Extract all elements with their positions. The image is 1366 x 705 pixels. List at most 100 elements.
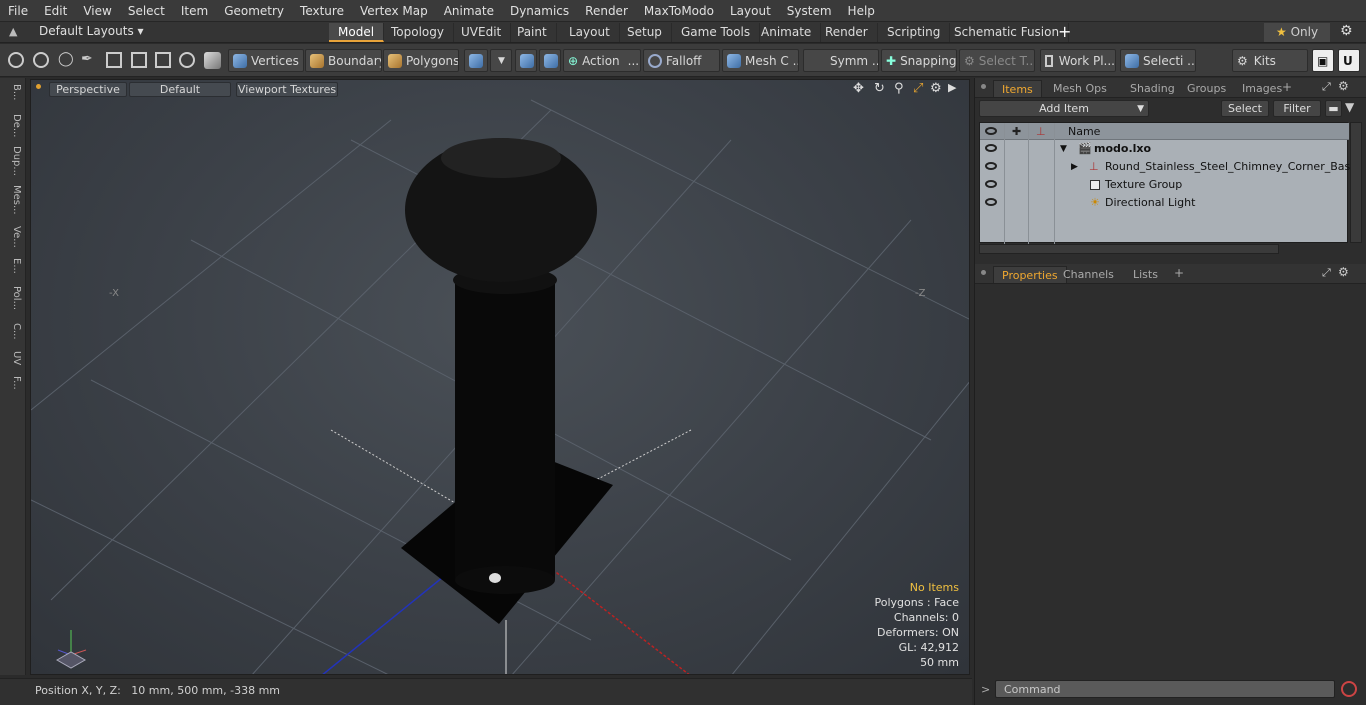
list-item-light[interactable]: ☀ Directional Light	[980, 194, 1349, 212]
left-tab-curve[interactable]: C...	[4, 323, 22, 340]
3d-viewport[interactable]: -X -Z Perspective Default Viewport Textu…	[30, 79, 970, 675]
left-tab-basic[interactable]: B...	[4, 84, 22, 100]
select-button[interactable]: Select	[1221, 100, 1269, 117]
unreal-button[interactable]: U	[1338, 49, 1360, 72]
tab-layout[interactable]: Layout	[560, 23, 620, 42]
tab-setup[interactable]: Setup	[618, 23, 672, 42]
list-item-mesh[interactable]: ▶ ⊥ Round_Stainless_Steel_Chimney_Corner…	[980, 158, 1357, 176]
viewport-textures-dropdown[interactable]: Viewport Textures	[236, 82, 338, 97]
menu-render[interactable]: Render	[577, 0, 636, 22]
vertices-button[interactable]: Vertices	[228, 49, 304, 72]
viewport-settings-icon[interactable]: ⚙	[930, 81, 942, 96]
panel-dot-icon[interactable]	[981, 270, 986, 275]
tab-paint[interactable]: Paint	[508, 23, 557, 42]
menu-layout[interactable]: Layout	[722, 0, 779, 22]
visibility-eye-icon[interactable]	[985, 162, 997, 170]
menu-animate[interactable]: Animate	[436, 0, 502, 22]
unity-button[interactable]: ▣	[1312, 49, 1334, 72]
visibility-eye-icon[interactable]	[985, 180, 997, 188]
shaded-cube-icon[interactable]	[204, 52, 221, 69]
tab-topology[interactable]: Topology	[382, 23, 454, 42]
layout-collapse-icon[interactable]: ▲	[9, 25, 17, 38]
kits-button[interactable]: ⚙ Kits	[1232, 49, 1308, 72]
left-tab-fusion[interactable]: F...	[4, 376, 22, 390]
tab-lists[interactable]: Lists	[1125, 266, 1166, 283]
tab-render[interactable]: Render	[816, 23, 878, 42]
mesh-constraint-button[interactable]: Mesh C ...	[722, 49, 799, 72]
symmetry-button[interactable]: Symm ...	[803, 49, 879, 72]
mode-dropdown[interactable]: ▼	[490, 49, 512, 72]
zoom-icon[interactable]: ⚲	[894, 81, 904, 96]
menu-maxtomodo[interactable]: MaxToModo	[636, 0, 722, 22]
left-tab-uv[interactable]: UV	[4, 351, 22, 365]
name-column-header[interactable]: Name	[1068, 123, 1100, 140]
tab-mesh-ops[interactable]: Mesh Ops	[1045, 80, 1115, 97]
tab-animate[interactable]: Animate	[752, 23, 822, 42]
left-tab-vertex[interactable]: Ve...	[4, 226, 22, 248]
select-circle-icon[interactable]	[8, 52, 24, 68]
center-icon[interactable]	[131, 52, 147, 68]
left-tab-edge[interactable]: E...	[4, 258, 22, 274]
menu-system[interactable]: System	[779, 0, 840, 22]
vertical-scrollbar[interactable]	[1350, 122, 1362, 243]
props-expand-icon[interactable]: ⤢	[1322, 266, 1331, 280]
expand-closed-icon[interactable]: ▶	[1071, 158, 1078, 176]
collapse-list-icon[interactable]: ▬	[1325, 100, 1342, 117]
tab-game-tools[interactable]: Game Tools	[672, 23, 761, 42]
selection-sets-button[interactable]: Selecti ...	[1120, 49, 1196, 72]
perspective-dropdown[interactable]: Perspective	[49, 82, 127, 97]
menu-item[interactable]: Item	[173, 0, 216, 22]
expand-icon[interactable]: ⤢	[1322, 80, 1331, 94]
brush-icon[interactable]: ✒	[81, 51, 93, 67]
filter-button[interactable]: Filter	[1273, 100, 1321, 117]
action-button[interactable]: ⊕ Action...	[563, 49, 641, 72]
panel-gear-icon[interactable]: ⚙	[1338, 79, 1349, 93]
record-icon[interactable]	[1341, 681, 1357, 697]
tab-groups[interactable]: Groups	[1179, 80, 1234, 97]
pie-icon[interactable]	[179, 52, 195, 68]
menu-file[interactable]: File	[0, 0, 36, 22]
menu-geometry[interactable]: Geometry	[216, 0, 292, 22]
left-tab-mesh-edit[interactable]: Mes...	[4, 185, 22, 215]
menu-texture[interactable]: Texture	[292, 0, 352, 22]
left-tab-polygon[interactable]: Pol...	[4, 286, 22, 310]
menu-vertex-map[interactable]: Vertex Map	[352, 0, 436, 22]
snap-grid-icon[interactable]	[155, 52, 171, 68]
rotate-icon[interactable]: ↻	[874, 81, 885, 96]
only-toggle[interactable]: ★ Only	[1264, 23, 1330, 42]
menu-view[interactable]: View	[75, 0, 119, 22]
tab-shading[interactable]: Shading	[1122, 80, 1183, 97]
tab-uvedit[interactable]: UVEdit	[452, 23, 512, 42]
tab-model[interactable]: Model	[329, 23, 385, 42]
shading-dropdown[interactable]: Default	[129, 82, 231, 97]
symmetry-y-button[interactable]	[539, 49, 561, 72]
left-tab-duplicate[interactable]: Dup...	[4, 146, 22, 176]
align-icon[interactable]	[106, 52, 122, 68]
layout-selector[interactable]: Default Layouts ▾	[39, 24, 144, 38]
command-input[interactable]: Command	[995, 680, 1335, 698]
globe-icon[interactable]	[33, 52, 49, 68]
props-gear-icon[interactable]: ⚙	[1338, 265, 1349, 279]
maximize-icon[interactable]: ⤢	[913, 81, 923, 96]
panel-dot-icon[interactable]	[981, 84, 986, 89]
pen-icon[interactable]: ◯	[58, 51, 74, 67]
list-item-scene[interactable]: ▼ 🎬 modo.lxo	[980, 140, 1349, 158]
tab-channels[interactable]: Channels	[1055, 266, 1122, 283]
list-item-texture-group[interactable]: Texture Group	[980, 176, 1349, 194]
snapping-button[interactable]: ✚ Snapping	[881, 49, 957, 72]
tab-scripting[interactable]: Scripting	[878, 23, 951, 42]
left-tab-deform[interactable]: De...	[4, 114, 22, 137]
menu-select[interactable]: Select	[120, 0, 173, 22]
visibility-eye-icon[interactable]	[985, 198, 997, 206]
add-props-tab-icon[interactable]: +	[1174, 266, 1184, 280]
polygons-button[interactable]: Polygons	[383, 49, 459, 72]
horizontal-scrollbar[interactable]	[979, 244, 1279, 254]
gear-icon[interactable]: ⚙	[1340, 23, 1353, 39]
expand-open-icon[interactable]: ▼	[1060, 140, 1067, 158]
symmetry-x-button[interactable]	[515, 49, 537, 72]
viewport-menu-icon[interactable]: ▶	[948, 81, 956, 94]
boundary-button[interactable]: Boundary	[305, 49, 382, 72]
tab-schematic-fusion[interactable]: Schematic Fusion	[945, 23, 1070, 42]
item-mode-button[interactable]	[464, 49, 488, 72]
add-item-button[interactable]: Add Item ▼	[979, 100, 1149, 117]
